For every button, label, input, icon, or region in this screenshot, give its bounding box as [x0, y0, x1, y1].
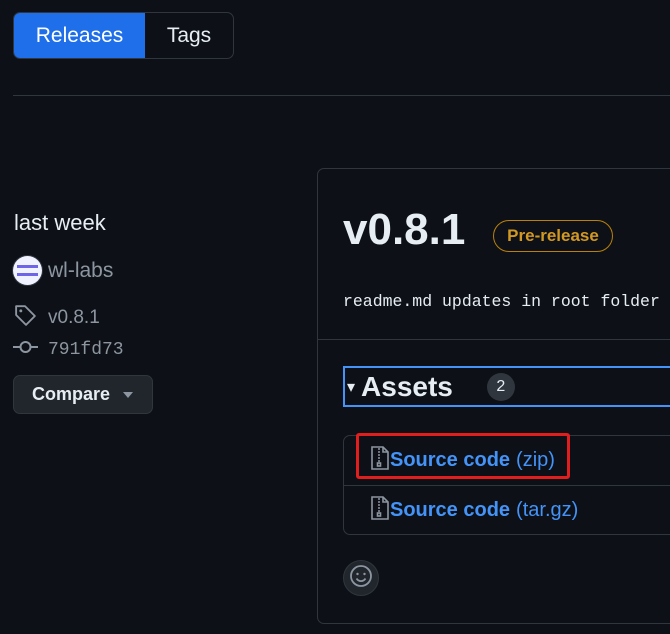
- prerelease-badge: Pre-release: [493, 220, 613, 252]
- release-title[interactable]: v0.8.1: [343, 205, 465, 255]
- release-commit[interactable]: 791fd73: [13, 337, 124, 362]
- smiley-icon: [349, 564, 373, 593]
- tab-releases[interactable]: Releases: [14, 13, 145, 58]
- commit-hash[interactable]: 791fd73: [48, 340, 124, 360]
- header-divider: [13, 95, 670, 96]
- asset-name[interactable]: Source code: [390, 449, 510, 472]
- assets-toggle[interactable]: ▾ Assets 2: [343, 366, 670, 407]
- assets-list: Source code (zip) Source code (tar.gz): [343, 435, 670, 535]
- tab-tags[interactable]: Tags: [145, 13, 233, 58]
- source-code-targz-link[interactable]: Source code (tar.gz): [370, 495, 578, 526]
- list-item: Source code (tar.gz): [344, 486, 670, 535]
- tag-label[interactable]: v0.8.1: [48, 307, 100, 329]
- asset-name[interactable]: Source code: [390, 499, 510, 522]
- add-reaction-button[interactable]: [343, 560, 379, 596]
- compare-button[interactable]: Compare: [13, 375, 153, 414]
- release-notes: readme.md updates in root folder: [343, 292, 660, 311]
- commit-icon: [13, 337, 38, 362]
- author-name[interactable]: wl-labs: [48, 259, 113, 283]
- card-divider: [318, 339, 670, 340]
- zip-file-icon: [370, 495, 390, 526]
- compare-label: Compare: [32, 384, 111, 404]
- disclosure-triangle-icon: ▾: [347, 378, 356, 396]
- avatar[interactable]: [13, 256, 42, 285]
- release-card: v0.8.1 Pre-release readme.md updates in …: [317, 168, 670, 624]
- asset-format[interactable]: (tar.gz): [516, 499, 578, 522]
- source-code-zip-link[interactable]: Source code (zip): [370, 445, 555, 476]
- asset-format[interactable]: (zip): [516, 449, 555, 472]
- assets-count-badge: 2: [486, 372, 515, 401]
- release-tag[interactable]: v0.8.1: [13, 303, 100, 333]
- list-item: Source code (zip): [344, 436, 670, 485]
- zip-file-icon: [370, 445, 390, 476]
- release-date: last week: [14, 210, 106, 235]
- release-author[interactable]: wl-labs: [13, 256, 113, 285]
- release-tabs: Releases Tags: [13, 12, 234, 59]
- caret-down-icon: [123, 392, 133, 398]
- assets-title: Assets: [361, 370, 453, 402]
- tag-icon: [13, 303, 38, 333]
